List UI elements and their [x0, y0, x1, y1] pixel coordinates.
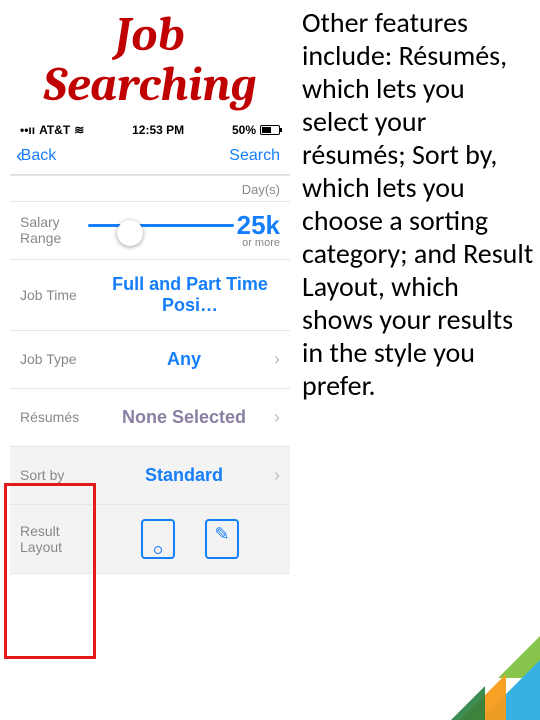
title-line-1: Job — [115, 7, 184, 62]
wifi-icon: ≋ — [74, 123, 84, 137]
clock: 12:53 PM — [132, 123, 184, 137]
title-line-2: Searching — [43, 57, 256, 112]
sort-by-label: Sort by — [20, 467, 100, 483]
job-time-row[interactable]: Job Time Full and Part Time Posi… — [10, 260, 290, 331]
sort-by-value: Standard — [100, 465, 268, 486]
job-type-label: Job Type — [20, 351, 100, 367]
signal-icon: ••ıı — [20, 123, 35, 137]
days-hint-row: Day(s) — [10, 175, 290, 202]
status-bar: ••ıı AT&T ≋ 12:53 PM 50% — [10, 117, 290, 139]
layout-mobile-icon[interactable] — [141, 519, 175, 559]
back-button[interactable]: ‹ Back — [16, 145, 56, 168]
description-text: Other features include: Résumés, which l… — [302, 6, 534, 402]
nav-bar: ‹ Back Search — [10, 139, 290, 175]
job-time-label: Job Time — [20, 287, 100, 303]
battery-pct: 50% — [232, 123, 256, 137]
resumes-label: Résumés — [20, 409, 100, 425]
chevron-right-icon: › — [268, 407, 280, 428]
salary-range-row[interactable]: Salary Range 25k or more — [10, 202, 290, 260]
search-button[interactable]: Search — [229, 147, 280, 165]
layout-tablet-icon[interactable] — [205, 519, 239, 559]
salary-label: Salary Range — [20, 214, 100, 246]
corner-decoration — [420, 600, 540, 720]
job-time-value: Full and Part Time Posi… — [100, 274, 280, 316]
slide-title: Job Searching — [0, 0, 300, 117]
job-type-row[interactable]: Job Type Any › — [10, 331, 290, 389]
chevron-right-icon: › — [268, 349, 280, 370]
resumes-row[interactable]: Résumés None Selected › — [10, 389, 290, 447]
red-highlight-box — [4, 483, 96, 659]
chevron-right-icon: › — [268, 465, 280, 486]
battery-icon — [260, 125, 280, 135]
job-type-value: Any — [100, 349, 268, 370]
carrier-label: AT&T — [39, 123, 70, 137]
resumes-value: None Selected — [100, 407, 268, 428]
salary-slider-track[interactable] — [88, 224, 234, 227]
days-hint: Day(s) — [242, 182, 280, 197]
back-label: Back — [21, 147, 57, 165]
salary-slider-thumb[interactable] — [117, 220, 143, 246]
